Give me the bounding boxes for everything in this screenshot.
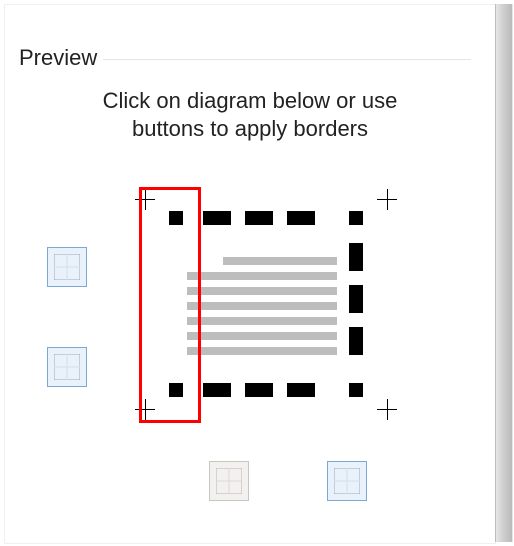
- instruction-text: Click on diagram below or use buttons to…: [5, 87, 495, 142]
- bottom-border-button[interactable]: [47, 347, 87, 387]
- preview-right-border[interactable]: [349, 239, 363, 369]
- preview-bottom-border[interactable]: [197, 383, 335, 397]
- border-icon: [216, 468, 242, 494]
- border-icon: [54, 354, 80, 380]
- preview-paragraph-lines: [187, 257, 337, 362]
- corner-marker-icon: [169, 383, 183, 397]
- top-border-button[interactable]: [47, 247, 87, 287]
- preview-top-border[interactable]: [197, 211, 335, 225]
- crop-mark-icon: [135, 189, 155, 209]
- crop-mark-icon: [135, 399, 155, 419]
- panel-shadow: [495, 4, 514, 542]
- crop-mark-icon: [377, 189, 397, 209]
- instruction-line-2: buttons to apply borders: [132, 116, 368, 141]
- border-icon: [54, 254, 80, 280]
- corner-marker-icon: [349, 211, 363, 225]
- right-border-button[interactable]: [327, 461, 367, 501]
- instruction-line-1: Click on diagram below or use: [103, 88, 398, 113]
- preview-panel: Preview Click on diagram below or use bu…: [4, 4, 496, 544]
- corner-marker-icon: [169, 211, 183, 225]
- border-preview-diagram[interactable]: [137, 189, 395, 419]
- corner-marker-icon: [349, 383, 363, 397]
- border-icon: [334, 468, 360, 494]
- crop-mark-icon: [377, 399, 397, 419]
- left-border-button[interactable]: [209, 461, 249, 501]
- section-title: Preview: [19, 45, 103, 71]
